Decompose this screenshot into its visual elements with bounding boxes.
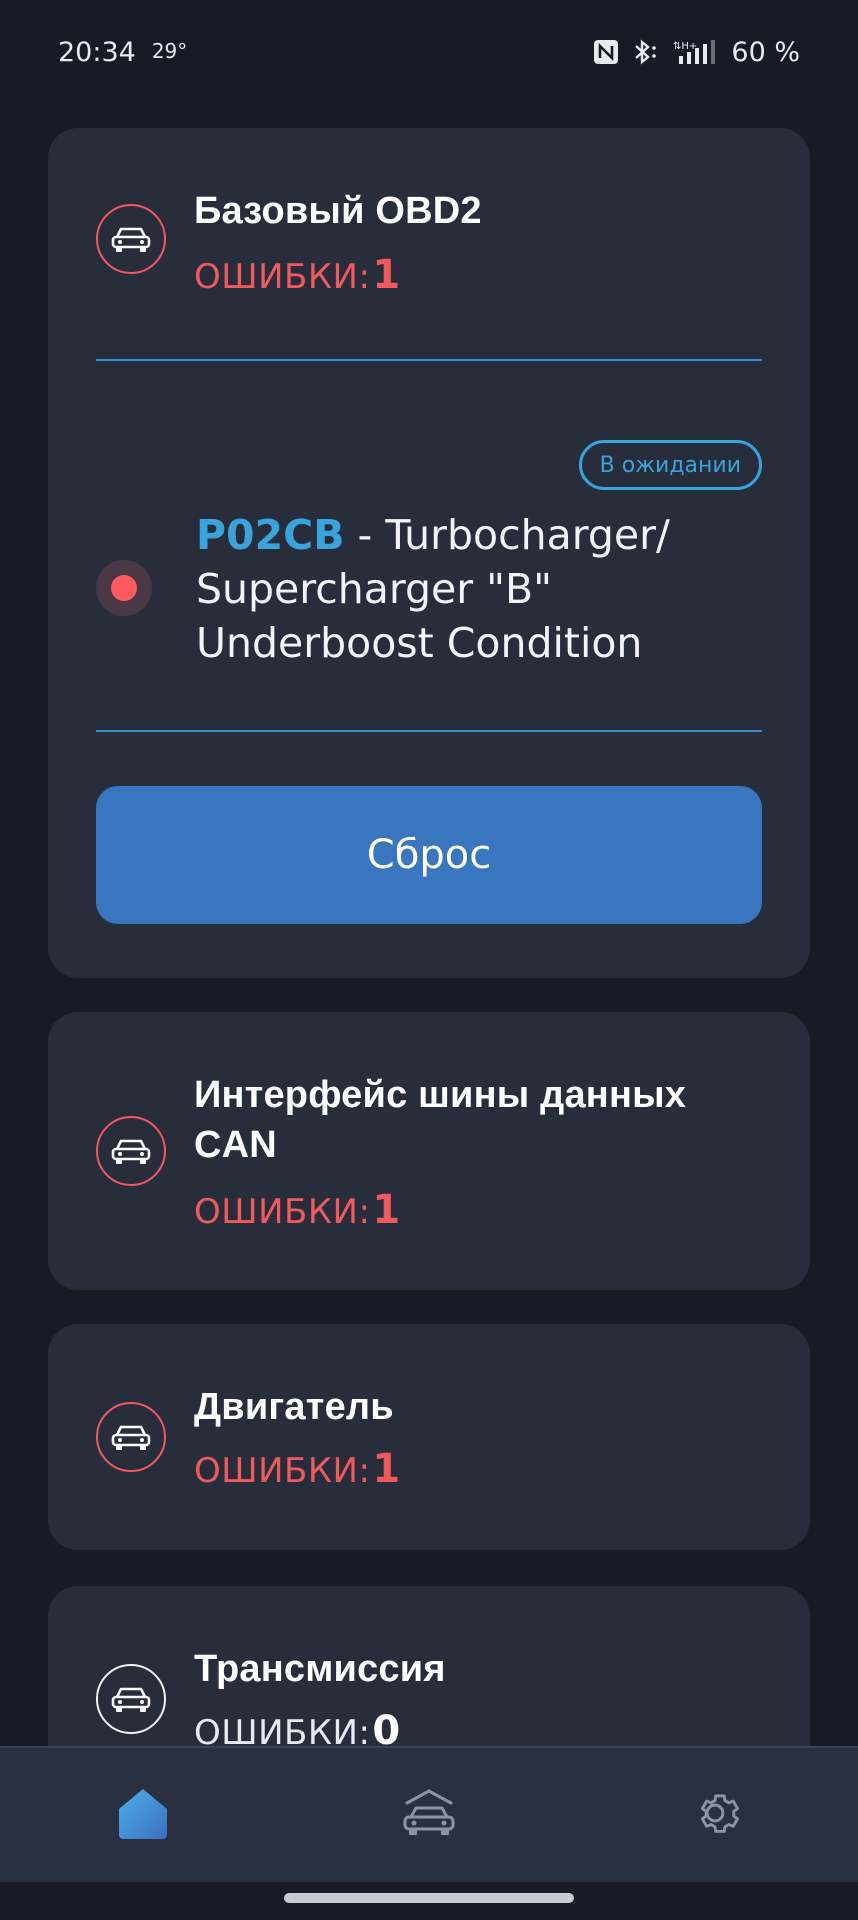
battery-level: 60 % <box>731 36 800 68</box>
car-icon <box>96 1664 166 1734</box>
dtc-status-dot <box>96 560 152 616</box>
status-bar: 20:34 29° ⇅H+ 60 % <box>0 0 858 104</box>
nav-vehicle[interactable] <box>359 1765 499 1865</box>
car-icon <box>96 204 166 274</box>
module-title: Двигатель <box>194 1386 394 1428</box>
nfc-icon <box>593 39 619 65</box>
status-left: 20:34 29° <box>58 37 187 68</box>
nav-settings[interactable] <box>645 1765 785 1865</box>
error-number: 1 <box>372 252 401 298</box>
svg-text:⇅H+: ⇅H+ <box>673 41 697 52</box>
module-card-engine[interactable]: Двигатель ОШИБКИ: 1 <box>48 1324 810 1550</box>
nav-home[interactable] <box>73 1765 213 1865</box>
dtc-entry: P02CB - Turbocharger/ Supercharger "B" U… <box>196 508 756 670</box>
module-title: Трансмиссия <box>194 1648 446 1690</box>
car-icon <box>399 1785 459 1845</box>
error-count: ОШИБКИ: 1 <box>194 252 401 298</box>
divider <box>96 359 762 361</box>
error-label: ОШИБКИ: <box>194 1451 371 1491</box>
temperature: 29° <box>151 38 188 63</box>
dtc-code: P02CB <box>196 511 345 559</box>
clock: 20:34 <box>58 36 136 68</box>
module-card-basic-obd2: Базовый OBD2 ОШИБКИ: 1 В ожидании P02CB … <box>48 128 810 978</box>
status-right: ⇅H+ 60 % <box>593 37 800 68</box>
home-icon <box>115 1785 171 1845</box>
car-icon <box>96 1116 166 1186</box>
bottom-navigation <box>0 1746 858 1882</box>
divider <box>96 730 762 732</box>
reset-button[interactable]: Сброс <box>96 786 762 924</box>
error-count: ОШИБКИ: 1 <box>194 1446 401 1492</box>
error-number: 1 <box>372 1187 401 1233</box>
bluetooth-icon <box>631 38 661 66</box>
settings-icon <box>688 1786 742 1844</box>
module-card-can-bus[interactable]: Интерфейс шины данных CAN ОШИБКИ: 1 <box>48 1012 810 1290</box>
error-count: ОШИБКИ: 1 <box>194 1187 401 1233</box>
module-title: Базовый OBD2 <box>194 190 482 232</box>
error-label: ОШИБКИ: <box>194 257 371 297</box>
signal-icon: ⇅H+ <box>673 38 719 66</box>
error-number: 1 <box>372 1446 401 1492</box>
system-home-indicator[interactable] <box>284 1893 574 1903</box>
status-badge: В ожидании <box>578 440 762 490</box>
error-label: ОШИБКИ: <box>194 1192 371 1232</box>
module-title: Интерфейс шины данных CAN <box>194 1074 687 1166</box>
car-icon <box>96 1402 166 1472</box>
